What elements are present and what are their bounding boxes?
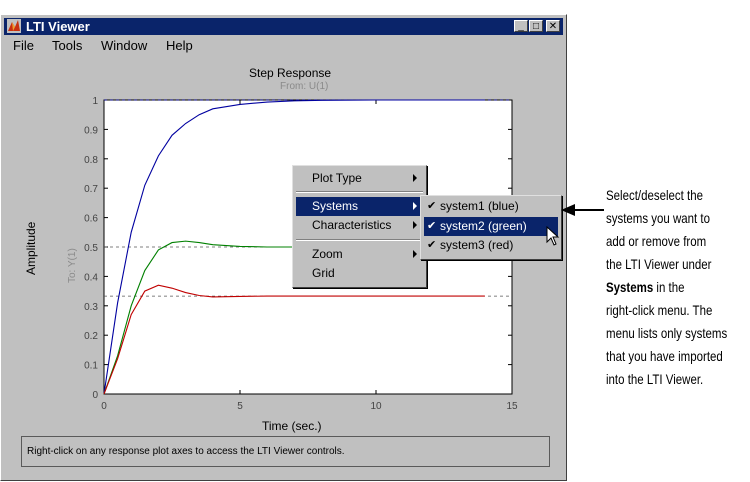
systems-submenu: ✔ system1 (blue) ✔ system2 (green) ✔ sys…: [420, 195, 562, 260]
menu-item-systems[interactable]: Systems: [296, 197, 423, 216]
mouse-pointer-icon: [546, 226, 560, 246]
annotation-bold: Systems: [606, 279, 654, 295]
y-tick-label: 0.3: [84, 302, 98, 313]
x-tick-label: 0: [101, 401, 107, 412]
submenu-arrow-icon: [413, 174, 417, 182]
checkmark-icon: ✔: [427, 239, 437, 251]
annotation-line: add or remove from: [606, 233, 707, 249]
annotation-line: the LTI Viewer under: [606, 256, 712, 272]
menu-item-label: Characteristics: [312, 218, 392, 232]
x-tick-label: 15: [506, 401, 518, 412]
status-text: Right-click on any response plot axes to…: [27, 446, 345, 457]
menu-item-zoom[interactable]: Zoom: [296, 245, 423, 264]
y-tick-label: 0.6: [84, 214, 98, 225]
y-tick-label: 0.5: [84, 243, 98, 254]
menu-item-grid[interactable]: Grid: [296, 264, 423, 283]
x-tick-label: 5: [237, 401, 243, 412]
y-tick-label: 0.1: [84, 361, 98, 372]
submenu-item-system3[interactable]: ✔ system3 (red): [424, 236, 558, 255]
annotation-line: into the LTI Viewer.: [606, 371, 704, 387]
annotation-line: right-click menu. The: [606, 302, 713, 318]
submenu-item-system1[interactable]: ✔ system1 (blue): [424, 197, 558, 216]
y-tick-label: 1: [92, 96, 98, 107]
submenu-item-label: system2 (green): [440, 219, 527, 233]
menu-item-characteristics[interactable]: Characteristics: [296, 216, 423, 235]
annotation-line: systems you want to: [606, 210, 710, 226]
y-tick-label: 0.9: [84, 125, 98, 136]
y-tick-label: 0: [92, 390, 98, 401]
annotation-line: Systems in the: [606, 276, 729, 299]
annotation-line: Select/deselect the: [606, 187, 704, 203]
annotation-line-rest: in the: [653, 279, 685, 295]
y-tick-label: 0.7: [84, 184, 98, 195]
menu-item-plot-type[interactable]: Plot Type: [296, 169, 423, 188]
y-tick-label: 0.4: [84, 272, 98, 283]
submenu-arrow-icon: [413, 250, 417, 258]
context-menu: Plot Type Systems Characteristics Zoom G…: [292, 165, 427, 288]
menu-separator: [296, 239, 423, 241]
status-box: Right-click on any response plot axes to…: [21, 436, 550, 467]
y-tick-label: 0.8: [84, 155, 98, 166]
y-tick-label: 0.2: [84, 331, 98, 342]
checkmark-icon: ✔: [427, 200, 437, 212]
menu-item-label: Plot Type: [312, 171, 362, 185]
checkmark-icon: ✔: [427, 220, 437, 232]
x-tick-label: 10: [370, 401, 382, 412]
menu-separator: [296, 191, 423, 193]
menu-item-label: Grid: [312, 266, 335, 280]
submenu-item-system2[interactable]: ✔ system2 (green): [424, 217, 558, 236]
menu-item-label: Systems: [312, 199, 359, 213]
annotation-arrow: [561, 204, 604, 216]
submenu-item-label: system3 (red): [440, 238, 514, 252]
menu-item-label: Zoom: [312, 247, 343, 261]
annotation-text: Select/deselect the systems you want to …: [606, 184, 729, 391]
submenu-arrow-icon: [413, 202, 417, 210]
annotation-line: that you have imported: [606, 348, 723, 364]
annotation-line: menu lists only systems: [606, 325, 728, 341]
submenu-arrow-icon: [413, 221, 417, 229]
submenu-item-label: system1 (blue): [440, 199, 519, 213]
